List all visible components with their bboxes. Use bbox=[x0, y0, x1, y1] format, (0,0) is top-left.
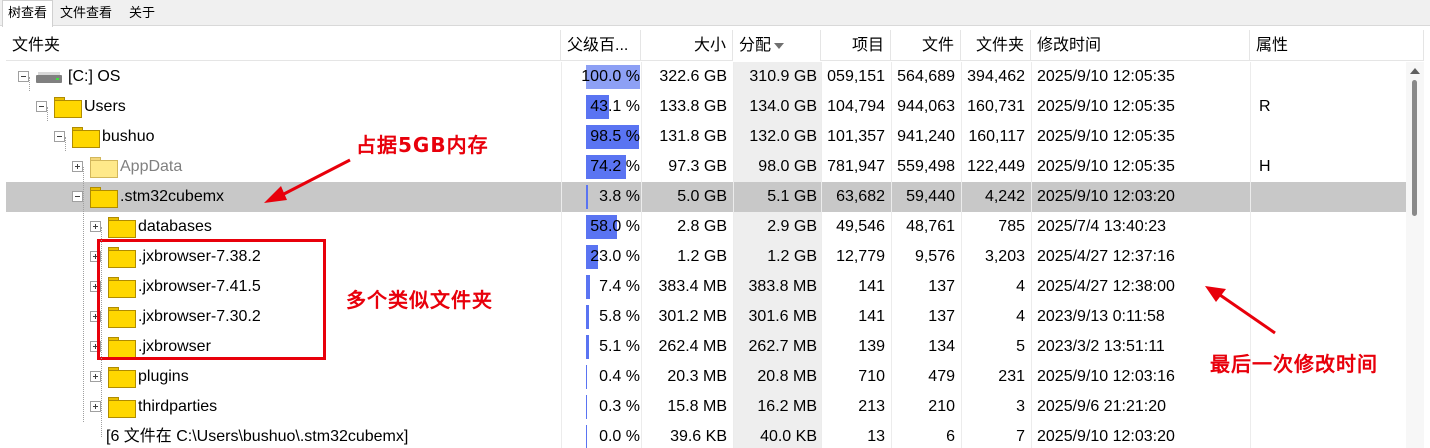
tree-connector-line bbox=[83, 167, 84, 422]
tree-connector-line bbox=[101, 227, 102, 437]
tree-connector-line bbox=[65, 137, 66, 151]
tree-connector-line bbox=[47, 107, 48, 121]
arrow-to-stm32cubemx bbox=[264, 158, 351, 203]
arrow-to-modified-time bbox=[1205, 286, 1276, 335]
tree-connector-line bbox=[29, 77, 30, 91]
annotation-arrows bbox=[264, 158, 1276, 335]
